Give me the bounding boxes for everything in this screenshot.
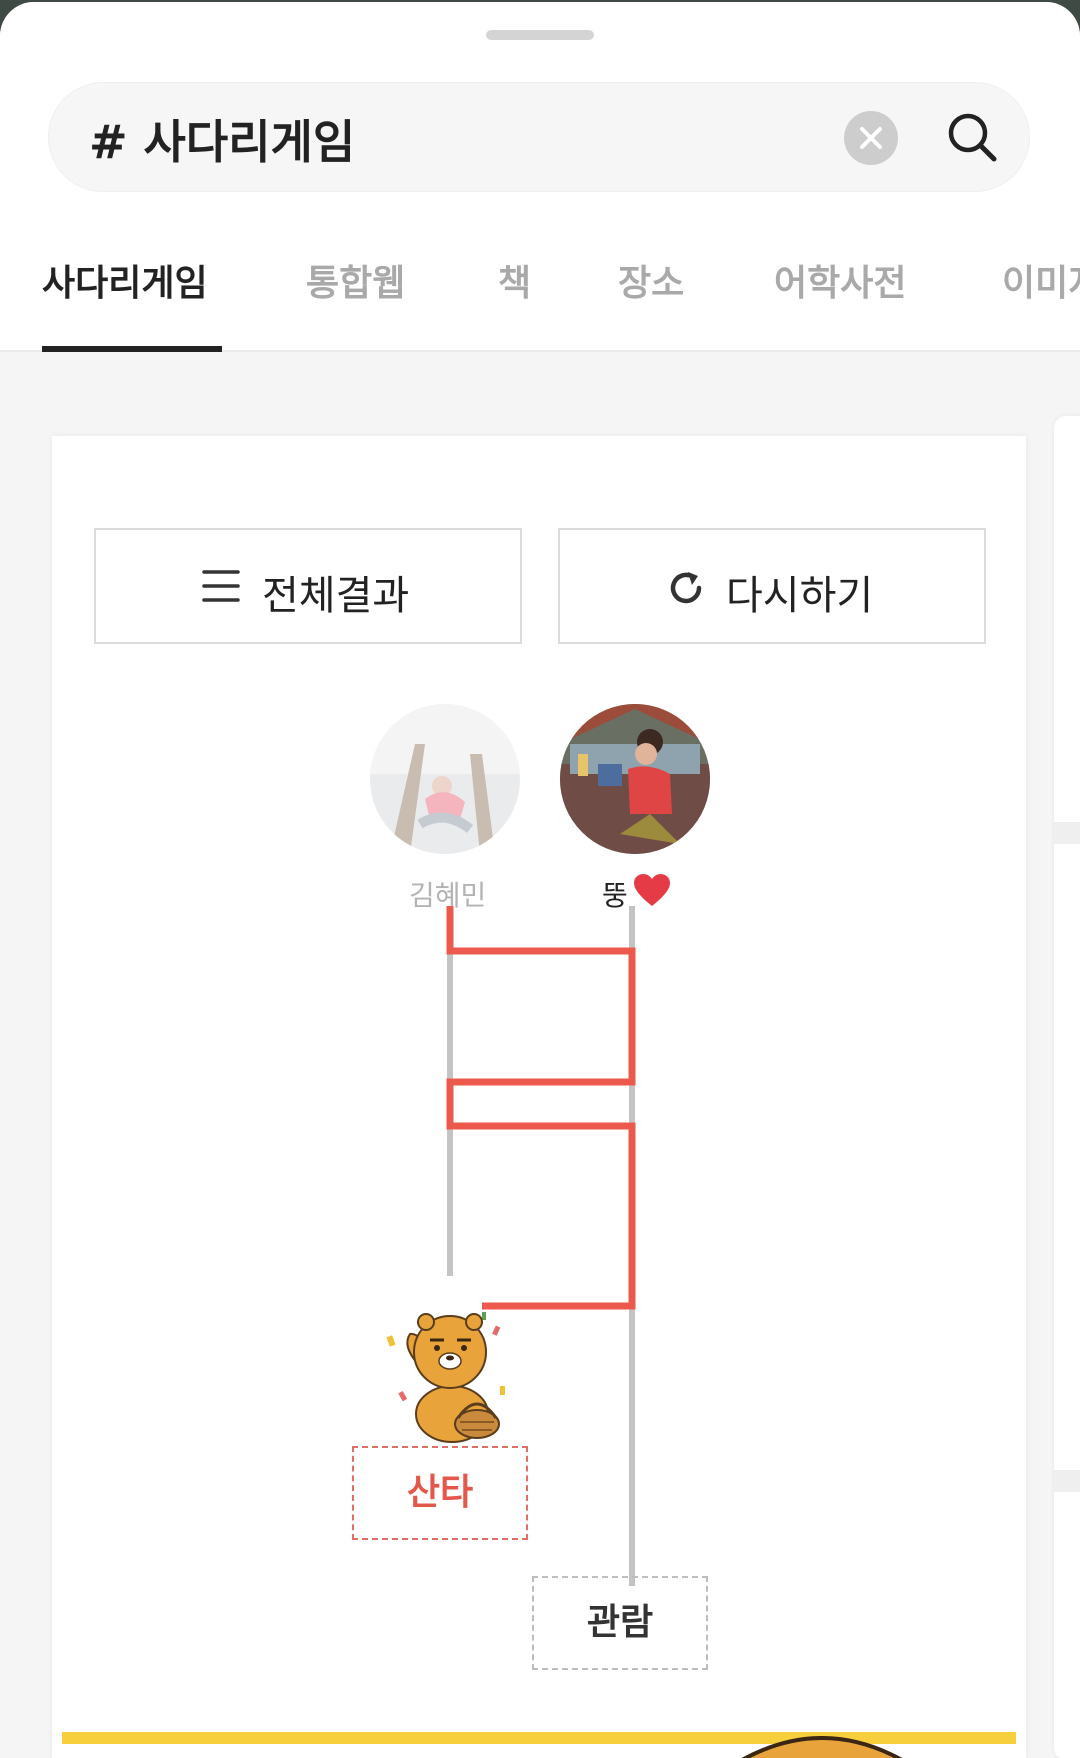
all-results-button[interactable]: 전체결과 — [94, 528, 522, 644]
search-sheet: # 사다리게임 사다리게임 통합웹 책 장소 어학사전 이미지 — [0, 2, 1080, 1758]
clear-button[interactable] — [844, 111, 898, 165]
tab-books[interactable]: 책 — [498, 254, 531, 306]
ryan-character — [386, 1312, 505, 1443]
side-card-divider — [1054, 822, 1080, 844]
banner-character-peek — [741, 1736, 903, 1758]
search-input[interactable]: # 사다리게임 — [89, 106, 355, 172]
list-icon — [202, 570, 240, 602]
tab-ladder-game[interactable]: 사다리게임 — [42, 254, 208, 306]
active-tab-indicator — [42, 346, 222, 352]
player-avatar[interactable] — [370, 704, 520, 854]
result-label: 산타 — [406, 1472, 474, 1513]
retry-label: 다시하기 — [726, 573, 874, 619]
tab-bar: 사다리게임 통합웹 책 장소 어학사전 이미지 — [0, 216, 1080, 352]
search-bar[interactable]: # 사다리게임 — [48, 82, 1030, 192]
tab-images[interactable]: 이미지 — [1002, 254, 1080, 306]
tab-integrated-web[interactable]: 통합웹 — [306, 254, 405, 306]
retry-button[interactable]: 다시하기 — [558, 528, 986, 644]
header-area: # 사다리게임 사다리게임 통합웹 책 장소 어학사전 이미지 — [0, 2, 1080, 352]
next-card-peek[interactable] — [1054, 416, 1080, 1758]
ladder-game-card: 전체결과 다시하기 김혜민 뚱 산타 관람 — [52, 436, 1026, 1758]
drag-handle[interactable] — [486, 30, 594, 40]
side-card-divider — [1054, 1470, 1080, 1492]
clear-icon — [860, 127, 882, 149]
tab-dictionary[interactable]: 어학사전 — [774, 254, 906, 306]
result-label: 관람 — [586, 1602, 654, 1643]
heart-icon — [634, 874, 670, 906]
all-results-label: 전체결과 — [262, 573, 410, 619]
ladder-board — [446, 906, 636, 1586]
search-icon — [948, 113, 997, 162]
tab-places[interactable]: 장소 — [618, 254, 684, 306]
search-button[interactable] — [944, 109, 1000, 165]
player-avatar[interactable] — [560, 704, 710, 854]
result-box: 관람 — [532, 1576, 708, 1670]
result-box-winner: 산타 — [352, 1446, 528, 1540]
refresh-icon — [670, 572, 702, 604]
